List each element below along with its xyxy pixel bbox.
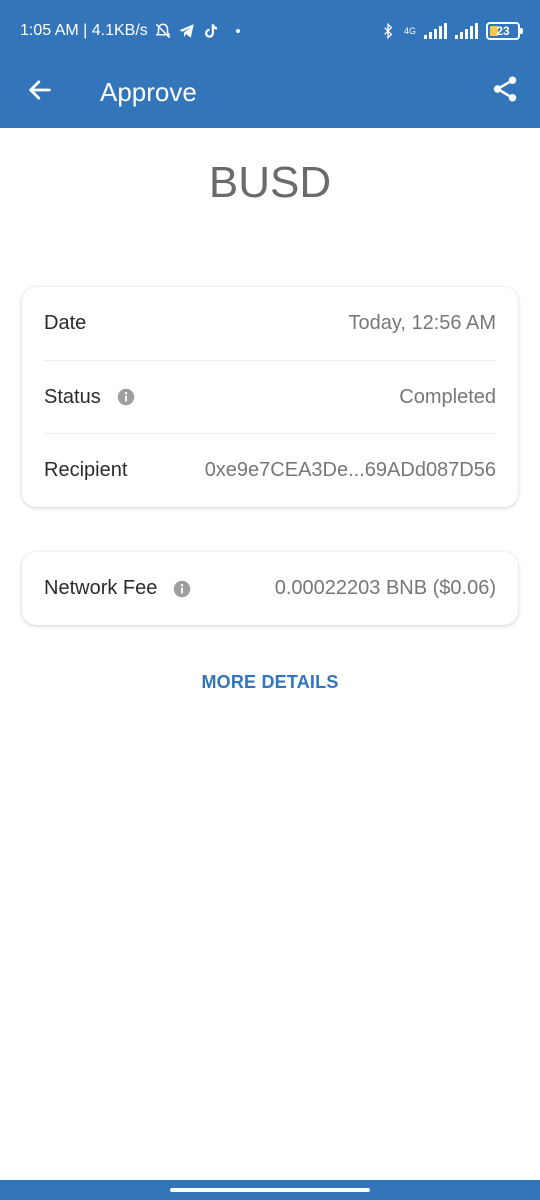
- status-row: Status Completed: [44, 360, 496, 433]
- status-time: 1:05 AM | 4.1KB/s: [20, 22, 148, 39]
- status-label: Status: [44, 386, 135, 409]
- telegram-icon: [178, 21, 196, 41]
- share-button[interactable]: [488, 74, 522, 108]
- status-bar: 1:05 AM | 4.1KB/s 4G 23: [0, 0, 540, 62]
- share-icon: [490, 74, 520, 109]
- network-label: 4G: [403, 25, 416, 36]
- recipient-label: Recipient: [44, 459, 127, 482]
- notification-dot: [235, 29, 240, 33]
- recipient-value[interactable]: 0xe9e7CEA3De...69ADd087D56: [205, 459, 496, 482]
- network-fee-value: 0.00022203 BNB ($0.06): [274, 577, 496, 599]
- network-fee-card: Network Fee 0.00022203 BNB ($0.06): [22, 552, 518, 625]
- recipient-row: Recipient 0xe9e7CEA3De...69ADd087D56: [44, 433, 496, 506]
- navigation-bar: [0, 1180, 540, 1200]
- status-value: Completed: [399, 385, 496, 408]
- battery-icon: 23: [486, 22, 523, 40]
- network-fee-label: Network Fee: [44, 577, 191, 600]
- signal-icon: [424, 23, 447, 39]
- home-indicator[interactable]: [170, 1188, 370, 1192]
- network-fee-label-text: Network Fee: [44, 577, 158, 599]
- info-icon[interactable]: [117, 388, 135, 406]
- network-fee-row: Network Fee 0.00022203 BNB ($0.06): [44, 552, 496, 625]
- back-button[interactable]: [24, 76, 56, 108]
- status-label-text: Status: [44, 385, 101, 408]
- page-title: Approve: [100, 77, 197, 107]
- date-label-text: Date: [44, 312, 87, 334]
- recipient-label-text: Recipient: [44, 458, 128, 481]
- muted-bell-icon: [154, 21, 172, 41]
- tiktok-icon: [202, 21, 220, 41]
- status-left: 1:05 AM | 4.1KB/s: [20, 21, 240, 41]
- date-value: Today, 12:56 AM: [348, 312, 497, 334]
- app-bar: Approve: [0, 62, 540, 128]
- top-bar: 1:05 AM | 4.1KB/s 4G 23 Approve: [0, 0, 540, 128]
- status-right: 4G 23: [380, 21, 523, 41]
- transaction-details-card: Date Today, 12:56 AM Status Completed Re…: [22, 287, 518, 507]
- battery-level: 23: [496, 24, 510, 38]
- arrow-left-icon: [26, 76, 54, 109]
- network-4g-icon: 4G: [404, 21, 416, 41]
- info-icon[interactable]: [173, 580, 191, 598]
- date-row: Date Today, 12:56 AM: [44, 287, 496, 360]
- signal-icon: [455, 23, 478, 39]
- more-details-button[interactable]: MORE DETAILS: [0, 672, 540, 693]
- date-label: Date: [44, 312, 86, 335]
- token-symbol: BUSD: [208, 158, 332, 207]
- bluetooth-icon: [380, 21, 396, 41]
